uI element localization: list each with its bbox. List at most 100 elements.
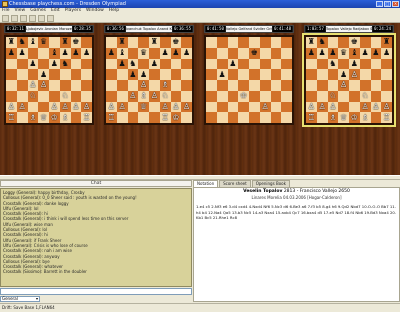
board-square[interactable] (206, 37, 217, 48)
board-square[interactable] (249, 69, 260, 80)
chess-piece-icon[interactable]: ♖ (6, 112, 17, 123)
board-square[interactable] (106, 80, 117, 91)
board-square[interactable]: ♟ (127, 69, 139, 80)
chess-piece-icon[interactable]: ♘ (360, 91, 371, 102)
chess-piece-icon[interactable]: ♟ (49, 59, 60, 70)
chess-piece-icon[interactable]: ♜ (6, 37, 17, 48)
chess-piece-icon[interactable]: ♙ (338, 80, 349, 91)
chess-board[interactable]: ♜ ♞ ♚ ♜ ♟ ♟ ♟ ♛ ♝ ♟ ♟ ♟ ♞ ♟ ♟ ♙ ♙ ♘ ♘ ♙ ♙ ♙ ♙ ♙ ♙ ♖ ♗ ♕ ♔ ♗ ♖ (302, 33, 396, 127)
chess-piece-icon[interactable]: ♟ (71, 48, 82, 59)
chess-piece-icon[interactable]: ♖ (106, 112, 117, 123)
board-square[interactable] (206, 112, 217, 123)
board-icon[interactable] (38, 15, 45, 22)
board-square[interactable]: ♙ (149, 90, 160, 102)
board-square[interactable]: ♜ (116, 37, 128, 48)
board-square[interactable]: ♖ (159, 112, 171, 123)
chess-board[interactable]: ♚ ♟ ♟ ♔ ♙ (204, 35, 294, 125)
board-square[interactable] (216, 80, 228, 91)
board-square[interactable] (127, 101, 139, 113)
chess-piece-icon[interactable]: ♙ (317, 102, 328, 113)
board-square[interactable] (181, 58, 192, 70)
board-square[interactable]: ♜ (306, 37, 317, 48)
chess-piece-icon[interactable]: ♝ (349, 48, 360, 59)
board-square[interactable] (259, 69, 271, 80)
board-square[interactable] (138, 58, 149, 70)
board-square[interactable]: ♟ (81, 47, 92, 59)
board-square[interactable] (170, 69, 182, 80)
board-square[interactable]: ♟ (70, 47, 82, 59)
board-square[interactable] (238, 69, 249, 80)
board-square[interactable]: ♙ (27, 80, 39, 91)
chess-piece-icon[interactable]: ♞ (328, 59, 339, 70)
board-square[interactable]: ♞ (59, 58, 71, 70)
chess-piece-icon[interactable]: ♙ (349, 69, 360, 80)
chess-piece-icon[interactable]: ♟ (306, 48, 317, 59)
board-square[interactable] (16, 58, 28, 70)
board-square[interactable] (306, 80, 317, 91)
chat-tab[interactable]: Chat (0, 180, 192, 187)
game-window[interactable]: 1:03:57Topalov Vallejo Radjabov Shirov0:… (302, 25, 396, 127)
chess-piece-icon[interactable]: ♟ (360, 48, 371, 59)
board-square[interactable] (6, 58, 17, 70)
board-square[interactable] (106, 69, 117, 80)
board-square[interactable] (116, 90, 128, 102)
board-square[interactable]: ♙ (59, 101, 71, 113)
chess-piece-icon[interactable]: ♔ (49, 112, 60, 123)
chat-sender[interactable]: Ulfu (General): (3, 238, 33, 243)
chess-piece-icon[interactable]: ♚ (71, 37, 82, 48)
board-square[interactable] (16, 112, 28, 123)
chess-piece-icon[interactable]: ♟ (317, 48, 328, 59)
board-square[interactable] (70, 58, 82, 70)
board-square[interactable]: ♙ (327, 101, 339, 113)
new-icon[interactable] (2, 15, 9, 22)
chess-piece-icon[interactable]: ♕ (38, 112, 49, 123)
chess-piece-icon[interactable]: ♙ (381, 102, 392, 113)
board-square[interactable] (16, 90, 28, 102)
chess-piece-icon[interactable]: ♙ (60, 102, 71, 113)
chess-piece-icon[interactable]: ♙ (360, 102, 371, 113)
board-square[interactable] (316, 80, 328, 91)
chat-sender[interactable]: Ulfu (General): (3, 206, 33, 211)
chess-piece-icon[interactable]: ♙ (38, 80, 49, 91)
chess-piece-icon[interactable]: ♟ (149, 59, 160, 70)
board-square[interactable]: ♞ (316, 37, 328, 48)
board-square[interactable] (316, 58, 328, 70)
board-square[interactable]: ♙ (38, 80, 49, 91)
chess-piece-icon[interactable]: ♔ (238, 91, 249, 102)
chess-piece-icon[interactable]: ♟ (217, 69, 228, 80)
board-square[interactable] (249, 58, 260, 70)
board-square[interactable] (270, 69, 282, 80)
board-square[interactable]: ♟ (38, 69, 49, 80)
chess-piece-icon[interactable]: ♘ (60, 91, 71, 102)
chess-piece-icon[interactable]: ♝ (28, 37, 39, 48)
chat-sender[interactable]: Crosstalk (General): (3, 232, 43, 237)
board-square[interactable]: ♖ (106, 112, 117, 123)
board-square[interactable]: ♜ (149, 37, 160, 48)
chess-piece-icon[interactable]: ♜ (60, 37, 71, 48)
board-square[interactable]: ♘ (159, 90, 171, 102)
chess-piece-icon[interactable]: ♗ (360, 112, 371, 123)
board-square[interactable] (227, 112, 239, 123)
board-square[interactable] (206, 90, 217, 102)
board-square[interactable]: ♙ (127, 90, 139, 102)
board-square[interactable] (38, 58, 49, 70)
chess-piece-icon[interactable]: ♙ (6, 102, 17, 113)
board-square[interactable]: ♙ (349, 69, 360, 80)
chess-piece-icon[interactable]: ♙ (306, 102, 317, 113)
board-square[interactable] (338, 37, 349, 48)
board-square[interactable] (370, 112, 382, 123)
chess-piece-icon[interactable]: ♙ (49, 102, 60, 113)
board-square[interactable] (81, 90, 92, 102)
board-square[interactable] (116, 69, 128, 80)
board-square[interactable] (127, 112, 139, 123)
board-square[interactable]: ♟ (349, 58, 360, 70)
board-square[interactable] (70, 80, 82, 91)
board-square[interactable]: ♙ (316, 101, 328, 113)
board-square[interactable] (281, 80, 292, 91)
channel-select[interactable]: General (0, 296, 40, 302)
board-square[interactable]: ♙ (370, 101, 382, 113)
chess-piece-icon[interactable]: ♛ (338, 48, 349, 59)
board-square[interactable]: ♖ (81, 112, 92, 123)
chat-sender[interactable]: Crosstalk (General): (3, 248, 43, 253)
chess-piece-icon[interactable]: ♟ (228, 59, 239, 70)
